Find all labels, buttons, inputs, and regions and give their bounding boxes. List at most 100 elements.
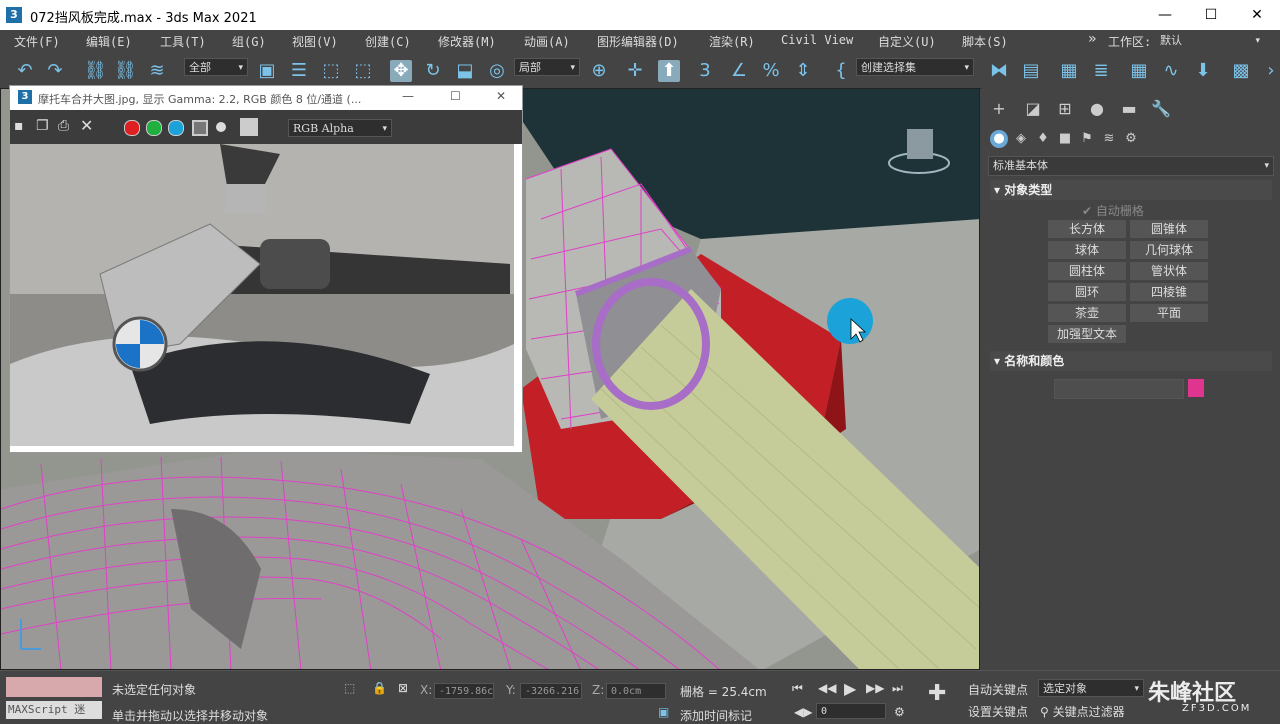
set-key-button[interactable]: 设置关键点 bbox=[968, 703, 1028, 720]
select-rotate-icon[interactable]: ↻ bbox=[422, 60, 444, 82]
menu-file[interactable]: 文件(F) bbox=[14, 33, 60, 50]
pivot-center-icon[interactable]: ⊕ bbox=[588, 60, 610, 82]
alpha-channel-icon[interactable] bbox=[192, 120, 208, 136]
spacewarps-icon[interactable]: ≋ bbox=[1100, 130, 1118, 148]
x-coordinate-field[interactable]: -1759.86c bbox=[434, 683, 494, 699]
motion-tab-icon[interactable]: ● bbox=[1086, 98, 1108, 120]
object-type-rollout[interactable]: ▾ 对象类型 bbox=[990, 180, 1272, 200]
rect-selection-icon[interactable]: ⬚ bbox=[320, 60, 342, 82]
align-icon[interactable]: ▤ bbox=[1020, 60, 1042, 82]
geometry-category-dropdown[interactable]: 标准基本体 ▾ bbox=[988, 156, 1274, 176]
undo-icon[interactable]: ↶ bbox=[14, 60, 36, 82]
named-selection-dropdown[interactable]: 创建选择集 ▾ bbox=[856, 58, 974, 76]
cone-button[interactable]: 圆锥体 bbox=[1130, 220, 1208, 238]
menu-views[interactable]: 视图(V) bbox=[292, 33, 338, 50]
window-crossing-icon[interactable]: ⬚ bbox=[352, 60, 374, 82]
reference-coord-dropdown[interactable]: 局部 ▾ bbox=[514, 58, 580, 76]
cameras-icon[interactable]: ■ bbox=[1056, 130, 1074, 148]
swatch-icon[interactable] bbox=[240, 118, 258, 136]
green-channel-icon[interactable] bbox=[146, 120, 162, 136]
add-time-tag[interactable]: 添加时间标记 bbox=[680, 707, 752, 724]
lights-icon[interactable]: ♦ bbox=[1034, 130, 1052, 148]
menu-edit[interactable]: 编辑(E) bbox=[86, 33, 132, 50]
isolate-icon[interactable]: ⬚ bbox=[344, 681, 355, 695]
toggle-ribbon-icon[interactable]: ▦ bbox=[1128, 60, 1150, 82]
geosphere-button[interactable]: 几何球体 bbox=[1130, 241, 1208, 259]
image-viewer-titlebar[interactable]: 3 摩托车合并大图.jpg, 显示 Gamma: 2.2, RGB 颜色 8 位… bbox=[10, 86, 522, 110]
menu-scripting[interactable]: 脚本(S) bbox=[962, 33, 1008, 50]
menu-create[interactable]: 创建(C) bbox=[365, 33, 411, 50]
viewcube[interactable] bbox=[907, 129, 933, 159]
menu-animation[interactable]: 动画(A) bbox=[524, 33, 570, 50]
key-filter-select[interactable]: 选定对象 ▾ bbox=[1038, 679, 1144, 697]
display-tab-icon[interactable]: ▬ bbox=[1118, 98, 1140, 120]
teapot-button[interactable]: 茶壶 bbox=[1048, 304, 1126, 322]
select-move-icon[interactable]: ✥ bbox=[390, 60, 412, 82]
print-icon[interactable]: ⎙ bbox=[58, 118, 69, 134]
plane-button[interactable]: 平面 bbox=[1130, 304, 1208, 322]
minimize-button[interactable]: — bbox=[1142, 0, 1188, 30]
goto-start-icon[interactable]: ⏮ bbox=[792, 681, 803, 696]
schematic-view-icon[interactable]: ⬇ bbox=[1192, 60, 1214, 82]
material-editor-icon[interactable]: ▩ bbox=[1230, 60, 1252, 82]
set-key-icon[interactable]: ✚ bbox=[928, 681, 946, 706]
close-button[interactable]: ✕ bbox=[1234, 0, 1280, 30]
menu-rendering[interactable]: 渲染(R) bbox=[709, 33, 755, 50]
image-viewer-maximize[interactable]: ☐ bbox=[450, 89, 461, 103]
hierarchy-tab-icon[interactable]: ⊞ bbox=[1054, 98, 1076, 120]
absolute-mode-icon[interactable]: ⊠ bbox=[398, 681, 408, 695]
geometry-icon[interactable]: ● bbox=[990, 130, 1008, 148]
angle-snap-icon[interactable]: ∠ bbox=[728, 60, 750, 82]
snaps-toggle-icon[interactable]: 3 bbox=[694, 60, 716, 82]
menu-group[interactable]: 组(G) bbox=[232, 33, 266, 50]
select-place-icon[interactable]: ◎ bbox=[486, 60, 508, 82]
current-frame-field[interactable]: 0 bbox=[816, 703, 886, 719]
select-by-name-icon[interactable]: ☰ bbox=[288, 60, 310, 82]
torus-button[interactable]: 圆环 bbox=[1048, 283, 1126, 301]
red-channel-icon[interactable] bbox=[124, 120, 140, 136]
monochrome-icon[interactable] bbox=[216, 122, 226, 132]
create-tab-icon[interactable]: + bbox=[988, 98, 1010, 120]
workspace-dropdown[interactable]: 默认 ▾ bbox=[1156, 32, 1264, 50]
autogrid-checkbox[interactable]: ✔ 自动栅格 bbox=[1082, 202, 1144, 219]
redo-icon[interactable]: ↷ bbox=[44, 60, 66, 82]
next-frame-icon[interactable]: ▶▶ bbox=[866, 681, 884, 695]
systems-icon[interactable]: ⚙ bbox=[1122, 130, 1140, 148]
modify-tab-icon[interactable]: ◪ bbox=[1022, 98, 1044, 120]
helpers-icon[interactable]: ⚑ bbox=[1078, 130, 1096, 148]
menu-modifiers[interactable]: 修改器(M) bbox=[438, 33, 496, 50]
key-filters-button[interactable]: ⚲ 关键点过滤器 bbox=[1040, 703, 1125, 720]
keyboard-shortcut-override-icon[interactable]: ⬆ bbox=[658, 60, 680, 82]
select-scale-icon[interactable]: ⬓ bbox=[454, 60, 476, 82]
image-viewer-close[interactable]: ✕ bbox=[496, 89, 506, 103]
image-viewer-window[interactable]: 3 摩托车合并大图.jpg, 显示 Gamma: 2.2, RGB 颜色 8 位… bbox=[9, 85, 523, 453]
previous-frame-icon[interactable]: ◀◀ bbox=[818, 681, 836, 695]
utilities-tab-icon[interactable]: 🔧 bbox=[1150, 98, 1172, 120]
tube-button[interactable]: 管状体 bbox=[1130, 262, 1208, 280]
link-icon[interactable]: ⛓ bbox=[84, 60, 107, 82]
toolbar-scroll-icon[interactable]: › bbox=[1260, 60, 1280, 82]
percent-snap-icon[interactable]: % bbox=[760, 60, 782, 82]
menu-civil-view[interactable]: Civil View bbox=[781, 33, 853, 47]
edit-named-selection-icon[interactable]: { bbox=[830, 60, 852, 82]
menu-graph-editors[interactable]: 图形编辑器(D) bbox=[597, 33, 679, 50]
clone-window-icon[interactable]: ❐ bbox=[36, 118, 49, 134]
save-image-icon[interactable]: ▪ bbox=[14, 118, 24, 134]
scene-explorer-icon[interactable]: ▦ bbox=[1058, 60, 1080, 82]
y-coordinate-field[interactable]: -3266.216 bbox=[520, 683, 582, 699]
name-color-rollout[interactable]: ▾ 名称和颜色 bbox=[990, 351, 1272, 371]
textplus-button[interactable]: 加强型文本 bbox=[1048, 325, 1126, 343]
sphere-button[interactable]: 球体 bbox=[1048, 241, 1126, 259]
time-tag-icon[interactable]: ▣ bbox=[658, 705, 669, 719]
clear-icon[interactable]: ✕ bbox=[80, 116, 93, 135]
channel-dropdown[interactable]: RGB Alpha ▾ bbox=[288, 119, 392, 137]
goto-end-icon[interactable]: ⏭ bbox=[892, 681, 903, 696]
maxscript-mini-listener[interactable]: MAXScript 迷 bbox=[6, 701, 102, 719]
auto-key-button[interactable]: 自动关键点 bbox=[968, 681, 1028, 698]
unlink-icon[interactable]: ⛓ bbox=[114, 60, 137, 82]
key-mode-icon[interactable]: ◀▶ bbox=[794, 705, 812, 719]
menu-customize[interactable]: 自定义(U) bbox=[878, 33, 936, 50]
layer-explorer-icon[interactable]: ≣ bbox=[1090, 60, 1112, 82]
shapes-icon[interactable]: ◈ bbox=[1012, 130, 1030, 148]
time-config-icon[interactable]: ⚙ bbox=[894, 705, 905, 719]
